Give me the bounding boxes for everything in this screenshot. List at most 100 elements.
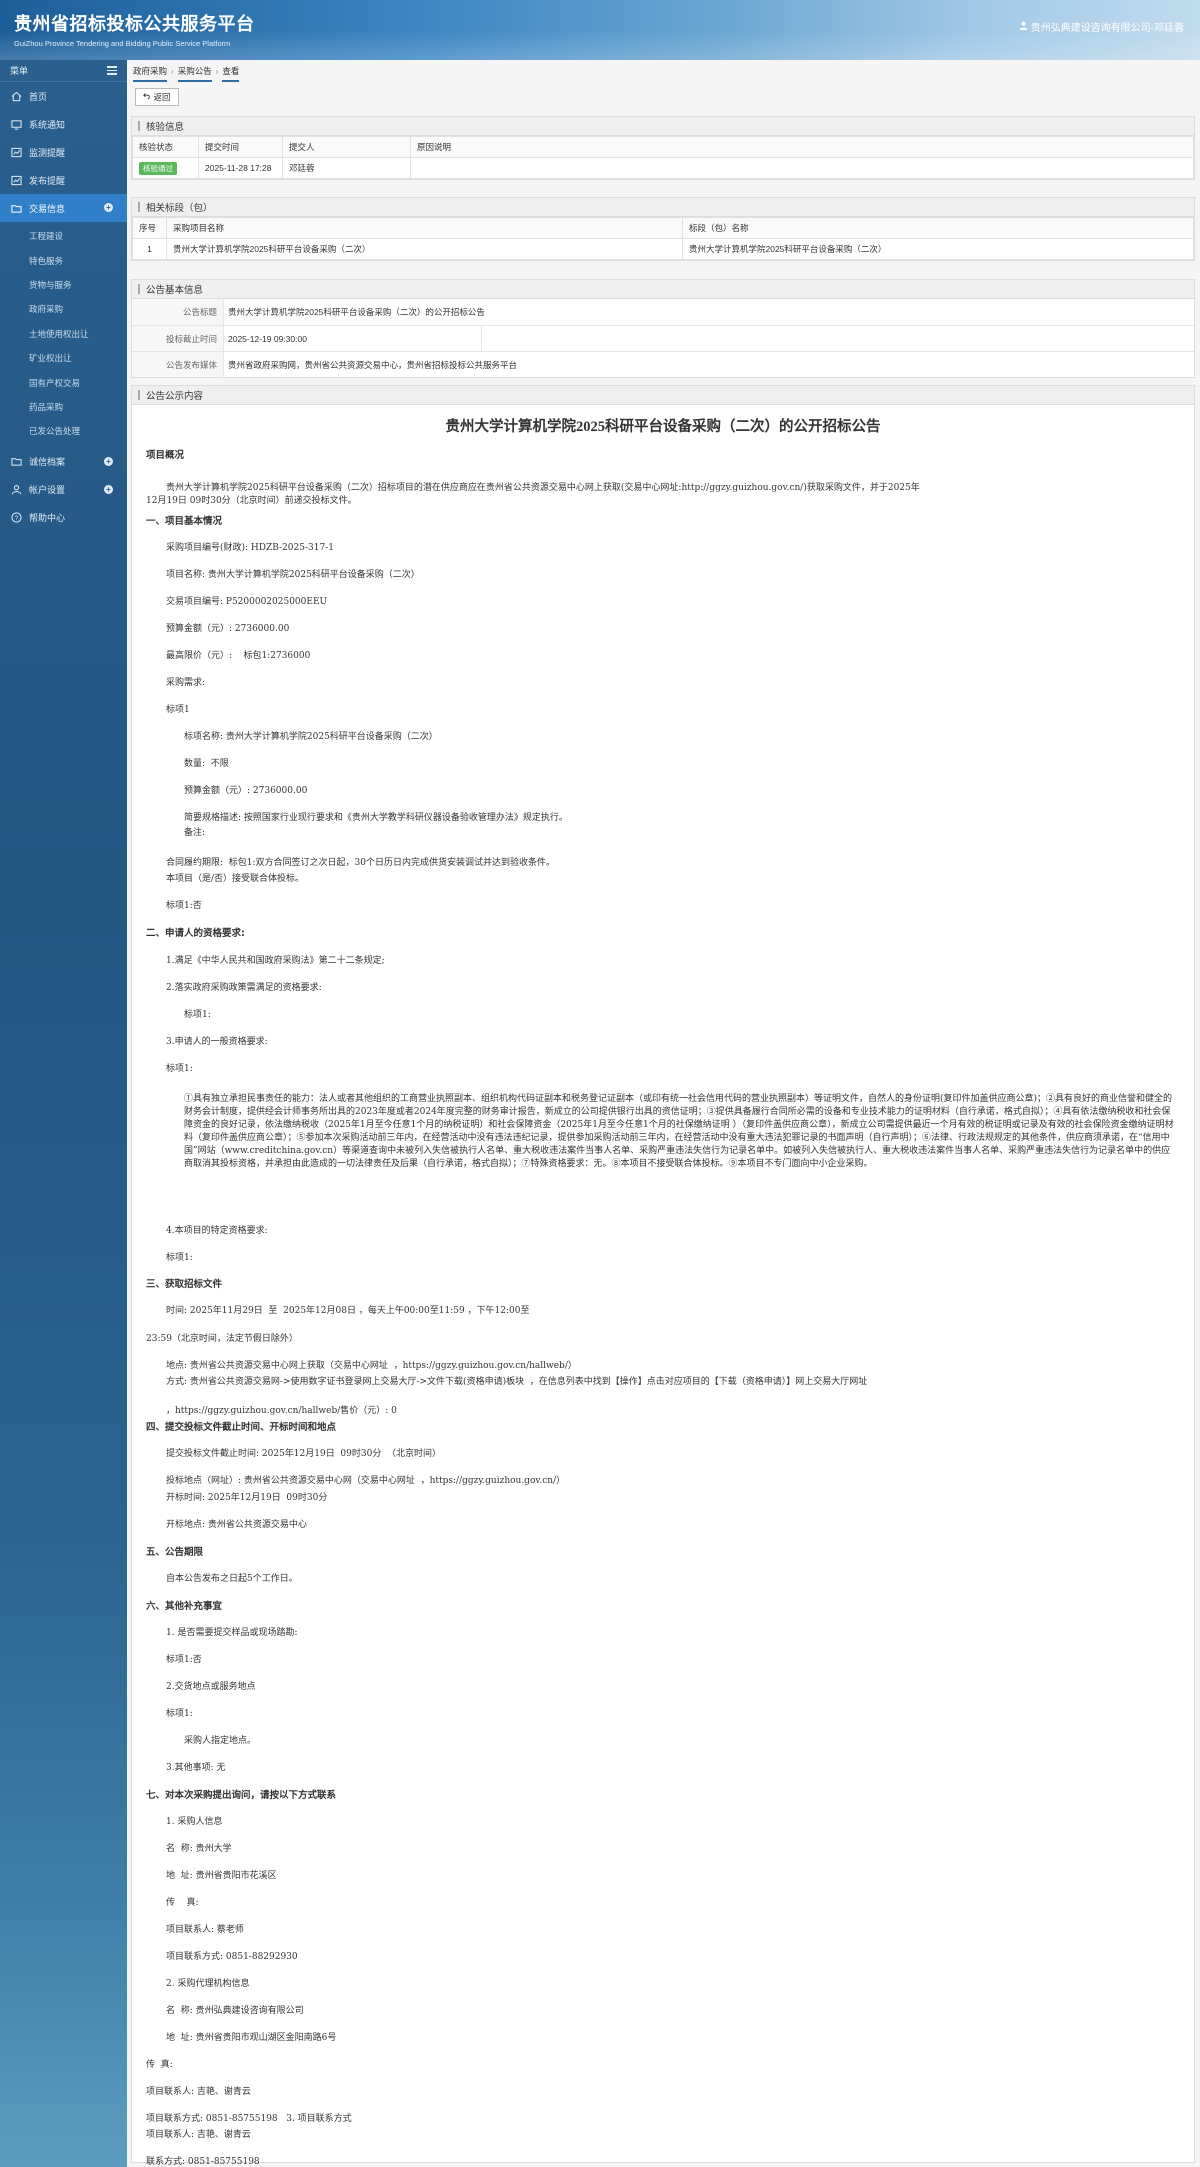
section-heading: 五、公告期限 xyxy=(146,1547,204,1558)
section-heading: 项目概况 xyxy=(146,450,185,461)
document-line: 标项1:否 xyxy=(166,1655,202,1665)
table-row: 核验通过 2025-11-28 17:28 邓廷蓉 xyxy=(132,157,1194,179)
document-line: 提交投标文件截止时间: 2025年12月19日 09时30分 （北京时间） xyxy=(166,1449,442,1459)
brand-title: 贵州省招标投标公共服务平台 xyxy=(14,14,255,34)
expand-icon[interactable]: + xyxy=(104,456,113,466)
panel-title: 核验信息 xyxy=(132,117,1194,136)
sidebar-item-monitor[interactable]: 监测提醒 xyxy=(0,138,127,166)
expand-icon[interactable]: + xyxy=(104,484,113,494)
sidebar-item-label: 发布提醒 xyxy=(29,175,66,186)
announcement-document: 贵州大学计算机学院2025科研平台设备采购（二次）的公开招标公告 项目概况 贵州大… xyxy=(132,415,1194,2167)
breadcrumb-item[interactable]: 查看 xyxy=(222,61,240,82)
sidebar-item-label: 监测提醒 xyxy=(29,147,66,158)
section-heading: 二、申请人的资格要求: xyxy=(146,928,245,939)
sidebar-item-publish[interactable]: 发布提醒 xyxy=(0,166,127,194)
document-line: 数量: 不限 xyxy=(184,759,229,769)
document-line: 投标地点（网址）: 贵州省公共资源交易中心网（交易中心网址 ，https://g… xyxy=(166,1476,566,1486)
sidebar-subitem[interactable]: 工程建设 xyxy=(0,224,127,248)
folder-icon xyxy=(10,202,22,214)
sidebar-item-label: 帮助中心 xyxy=(29,513,66,524)
sidebar-subitem[interactable]: 政府采购 xyxy=(0,297,127,321)
document-line: 备注: xyxy=(184,828,206,838)
table-row: 1 贵州大学计算机学院2025科研平台设备采购（二次） 贵州大学计算机学院202… xyxy=(132,238,1194,260)
document-line: 项目联系方式: 0851-88292930 xyxy=(166,1952,298,1962)
expand-icon[interactable]: + xyxy=(104,203,113,212)
document-line: 联系方式: 0851-85755198 xyxy=(146,2157,260,2167)
sidebar-item-notice[interactable]: 系统通知 xyxy=(0,110,127,138)
sidebar-item-account[interactable]: 帐户设置 + xyxy=(0,476,127,504)
document-line: 项目联系人: 吉艳、谢青云 xyxy=(146,2087,251,2097)
table-cell: 邓廷蓉 xyxy=(282,157,411,179)
document-line: 标项1: xyxy=(166,1709,193,1719)
sidebar-item-label: 帐户设置 xyxy=(29,485,66,496)
brand[interactable]: 贵州省招标投标公共服务平台 GuiZhou Province Tendering… xyxy=(14,10,255,48)
panel-title: 公告基本信息 xyxy=(132,280,1194,299)
sections-table: 序号 采购项目名称 标段（包）名称 1 贵州大学计算机学院2025科研平台设备采… xyxy=(132,217,1194,260)
document-line: 贵州大学计算机学院2025科研平台设备采购（二次）招标项目的潜在供应商应在贵州省… xyxy=(166,483,920,493)
sidebar-item-help[interactable]: ? 帮助中心 xyxy=(0,504,127,532)
info-label: 公告标题 xyxy=(132,299,224,325)
sidebar-subitem[interactable]: 货物与服务 xyxy=(0,273,127,297)
panel-title: 相关标段（包） xyxy=(132,198,1194,217)
table-cell: 贵州大学计算机学院2025科研平台设备采购（二次） xyxy=(166,238,683,260)
back-button[interactable]: 返回 xyxy=(135,88,179,106)
document-line: 预算金额（元）: 2736000.00 xyxy=(166,624,290,634)
info-row: 投标截止时间 2025-12-19 09:30:00 xyxy=(132,325,1194,351)
sidebar-submenu: 工程建设 特色服务 货物与服务 政府采购 土地使用权出让 矿业权出让 国有产权交… xyxy=(0,222,127,448)
section-heading: 四、提交投标文件截止时间、开标时间和地点 xyxy=(146,1422,337,1433)
document-line: 地 址: 贵州省贵阳市花溪区 xyxy=(166,1871,277,1881)
document-line: 交易项目编号: P5200002025000EEU xyxy=(166,597,328,607)
user-name: 贵州弘典建设咨询有限公司-邓廷蓉 xyxy=(1030,23,1184,34)
column-header: 采购项目名称 xyxy=(166,217,683,239)
document-line: 简要规格描述: 按照国家行业现行要求和《贵州大学教学科研仪器设备验收管理办法》规… xyxy=(184,813,568,823)
menu-toggle-icon[interactable] xyxy=(107,66,117,75)
main-content: 政府采购 › 采购公告 › 查看 返回 核验信息 核验状态 提交时间 提交人 原… xyxy=(127,60,1200,2167)
breadcrumb-item[interactable]: 采购公告 xyxy=(177,61,212,82)
document-line: 最高限价（元）: 标包1:2736000 xyxy=(166,651,311,661)
table-cell: 1 xyxy=(132,238,167,260)
document-line: 地点: 贵州省公共资源交易中心网上获取（交易中心网址 ，https://ggzy… xyxy=(166,1361,577,1371)
section-heading: 一、项目基本情况 xyxy=(146,516,223,527)
user-menu[interactable]: 贵州弘典建设咨询有限公司-邓廷蓉 xyxy=(1019,19,1184,34)
top-header: 贵州省招标投标公共服务平台 GuiZhou Province Tendering… xyxy=(0,0,1200,60)
verify-table: 核验状态 提交时间 提交人 原因说明 核验通过 2025-11-28 17:28… xyxy=(132,136,1194,179)
monitor-icon xyxy=(10,118,22,130)
sidebar-subitem[interactable]: 国有产权交易 xyxy=(0,370,127,394)
column-header: 提交人 xyxy=(282,136,411,158)
document-line: 方式: 贵州省公共资源交易网->使用数字证书登录网上交易大厅->文件下载(资格申… xyxy=(166,1377,868,1387)
column-header: 核验状态 xyxy=(132,136,199,158)
folder-icon xyxy=(10,456,22,468)
document-line: 1. 采购人信息 xyxy=(166,1817,223,1827)
content-panel: 公告公示内容 贵州大学计算机学院2025科研平台设备采购（二次）的公开招标公告 … xyxy=(131,385,1195,2167)
chevron-right-icon: › xyxy=(215,66,219,76)
document-line: 2.落实政府采购政策需满足的资格要求: xyxy=(166,983,322,993)
sidebar-subitem[interactable]: 特色服务 xyxy=(0,248,127,272)
breadcrumb-item[interactable]: 政府采购 xyxy=(133,61,168,82)
document-line: 名 称: 贵州大学 xyxy=(166,1844,232,1854)
document-line: 2.交货地点或服务地点 xyxy=(166,1682,256,1692)
sidebar-subitem[interactable]: 药品采购 xyxy=(0,395,127,419)
sidebar-item-trade-info[interactable]: 交易信息 + xyxy=(0,194,127,222)
help-icon: ? xyxy=(10,512,22,524)
document-line: 开标时间: 2025年12月19日 09时30分 xyxy=(166,1493,328,1503)
basic-info-list: 公告标题 贵州大学计算机学院2025科研平台设备采购（二次）的公开招标公告 投标… xyxy=(132,299,1194,377)
document-line: 采购项目编号(财政): HDZB-2025-317-1 xyxy=(166,543,334,553)
info-value: 2025-12-19 09:30:00 xyxy=(224,326,482,351)
sidebar-item-home[interactable]: 首页 xyxy=(0,82,127,110)
document-line: 地 址: 贵州省贵阳市观山湖区金阳南路6号 xyxy=(166,2033,337,2043)
sidebar-item-label: 交易信息 xyxy=(29,203,66,214)
document-line: 2. 采购代理机构信息 xyxy=(166,1979,250,1989)
document-line: 合同履约期限: 标包1:双方合同签订之次日起，30个日历日内完成供货安装调试并达… xyxy=(166,858,555,868)
sidebar-subitem[interactable]: 矿业权出让 xyxy=(0,346,127,370)
user-icon xyxy=(10,484,22,496)
document-line: 4.本项目的特定资格要求: xyxy=(166,1226,268,1236)
document-line: 项目联系方式: 0851-85755198 3. 项目联系方式 xyxy=(146,2114,352,2124)
document-line: 标项1: xyxy=(184,1010,211,1020)
sidebar-item-credit[interactable]: 诚信档案 + xyxy=(0,448,127,476)
document-line: 12月19日 09时30分（北京时间）前递交投标文件。 xyxy=(146,496,357,506)
document-line: 标项1: xyxy=(166,1064,193,1074)
sidebar-subitem[interactable]: 土地使用权出让 xyxy=(0,322,127,346)
document-line: 自本公告发布之日起5个工作日。 xyxy=(166,1574,298,1584)
verify-panel: 核验信息 核验状态 提交时间 提交人 原因说明 核验通过 2025-11-28 … xyxy=(131,116,1195,180)
sidebar-subitem[interactable]: 已发公告处理 xyxy=(0,419,127,443)
